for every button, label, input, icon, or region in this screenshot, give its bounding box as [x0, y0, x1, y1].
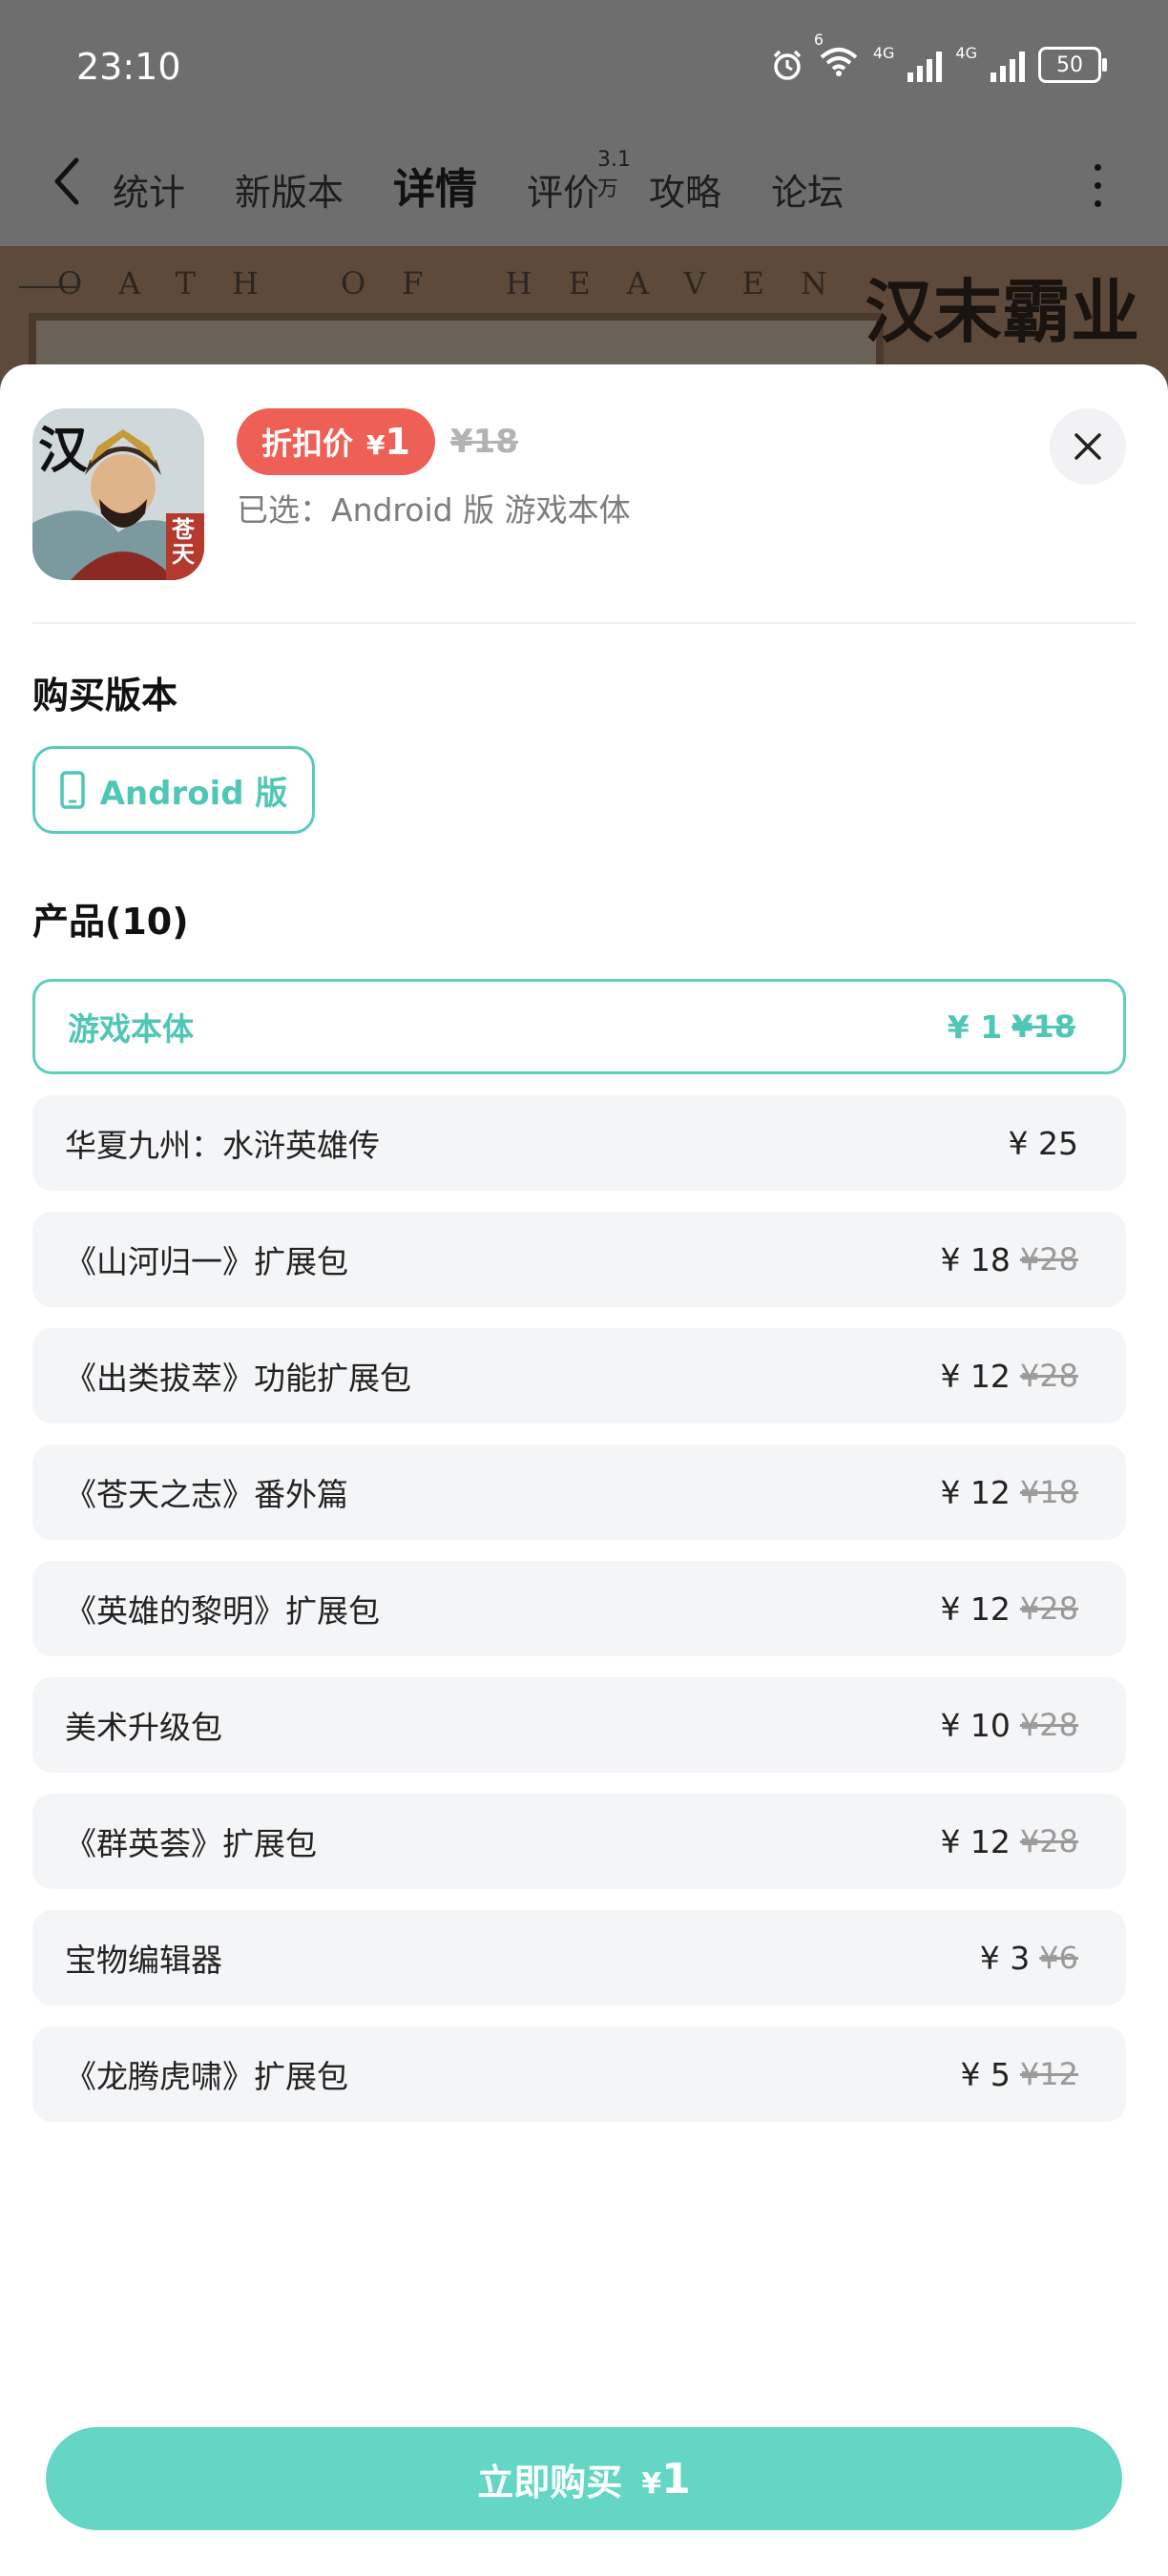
currency-symbol: ¥ [366, 429, 386, 461]
product-original-price: ¥12 [1019, 2056, 1078, 2092]
selected-summary: 已选：Android 版 游戏本体 [237, 491, 631, 529]
tab-guides[interactable]: 攻略 [649, 163, 721, 216]
tab-new-version[interactable]: 新版本 [235, 163, 344, 216]
product-name: 《群英荟》扩展包 [65, 1825, 317, 1862]
discount-price-value: 1 [385, 421, 410, 463]
status-bar: 23:10 6 4G 4G 50 [0, 0, 1168, 134]
product-name: 《苍天之志》番外篇 [65, 1476, 348, 1513]
product-price: ¥ 12 [940, 1589, 1011, 1628]
version-option-android[interactable]: Android 版 [32, 746, 315, 834]
product-name: 宝物编辑器 [65, 1942, 222, 1979]
product-price-group: ¥ 3 ¥6 [980, 1940, 1078, 1977]
game-icon: 汉 苍天 [32, 408, 204, 580]
product-name: 《龙腾虎啸》扩展包 [65, 2058, 348, 2095]
buy-price-value: 1 [661, 2454, 691, 2503]
game-icon-subtitle: 苍天 [172, 515, 195, 568]
product-price: ¥ 3 [979, 1939, 1031, 1977]
product-name: 《出类拔萃》功能扩展包 [65, 1360, 411, 1397]
review-count-badge: 3.1万 [597, 148, 632, 201]
product-name: 华夏九州：水浒英雄传 [65, 1127, 380, 1164]
product-item-qunying[interactable]: 《群英荟》扩展包 ¥ 12 ¥28 [32, 1794, 1126, 1889]
product-item-yingxiong[interactable]: 《英雄的黎明》扩展包 ¥ 12 ¥28 [32, 1561, 1126, 1656]
product-price-group: ¥ 1 ¥18 [948, 1008, 1075, 1046]
signal-icon-1 [907, 48, 943, 82]
product-price: ¥ 10 [940, 1706, 1011, 1744]
buy-now-price: ¥1 [641, 2455, 691, 2503]
product-original-price: ¥28 [1019, 1707, 1078, 1743]
banner-logo: 汉末霸业 [864, 271, 1139, 352]
product-price-group: ¥ 12 ¥18 [940, 1474, 1078, 1511]
product-price-group: ¥ 10 ¥28 [940, 1707, 1078, 1744]
status-time: 23:10 [76, 46, 181, 88]
network-type-2: 4G [955, 44, 977, 62]
nav-tabs: 统计 新版本 详情 评价 3.1万 攻略 论坛 [113, 148, 844, 218]
product-item-shanhe[interactable]: 《山河归一》扩展包 ¥ 18 ¥28 [32, 1212, 1126, 1307]
product-item-art-upgrade[interactable]: 美术升级包 ¥ 10 ¥28 [32, 1677, 1126, 1773]
back-arrow-icon[interactable] [48, 153, 86, 210]
product-price-group: ¥ 5 ¥12 [960, 2056, 1078, 2093]
product-name: 《英雄的黎明》扩展包 [65, 1592, 380, 1630]
product-item-treasure-editor[interactable]: 宝物编辑器 ¥ 3 ¥6 [32, 1910, 1126, 2005]
divider [32, 622, 1136, 624]
product-item-base-game[interactable]: 游戏本体 ¥ 1 ¥18 [32, 979, 1126, 1074]
product-price: ¥ 12 [940, 1822, 1011, 1860]
tab-reviews-label: 评价 [527, 172, 600, 214]
discount-price-badge: 折扣价 ¥1 [237, 408, 435, 475]
wifi-label: 6 [813, 31, 824, 49]
tab-stats[interactable]: 统计 [113, 163, 185, 216]
tab-details[interactable]: 详情 [389, 155, 482, 218]
product-price: ¥ 18 [940, 1240, 1011, 1278]
discount-label: 折扣价 [261, 426, 354, 462]
game-icon-title: 汉 [38, 422, 89, 480]
version-option-label: Android 版 [99, 774, 288, 813]
product-price-group: ¥ 18 ¥28 [940, 1241, 1078, 1278]
phone-icon [59, 771, 85, 809]
wifi-icon: 6 [814, 31, 860, 86]
product-price-group: ¥ 12 ¥28 [940, 1823, 1078, 1860]
close-button[interactable] [1050, 408, 1126, 485]
version-section-title: 购买版本 [32, 675, 178, 717]
buy-currency: ¥ [641, 2466, 662, 2501]
alarm-icon [773, 50, 802, 80]
product-price: ¥ 25 [1008, 1124, 1078, 1162]
product-item-cangtian[interactable]: 《苍天之志》番外篇 ¥ 12 ¥18 [32, 1444, 1126, 1540]
banner-text: OATH OF HEAVEN [57, 265, 864, 301]
product-price-group: ¥ 25 [1009, 1125, 1078, 1162]
product-original-price: ¥28 [1019, 1823, 1078, 1859]
product-price-group: ¥ 12 ¥28 [940, 1358, 1078, 1395]
product-original-price: ¥28 [1019, 1358, 1078, 1394]
signal-icon-2 [991, 48, 1025, 82]
product-name: 美术升级包 [65, 1709, 222, 1746]
product-name: 游戏本体 [68, 1010, 194, 1048]
product-original-price: ¥18 [1012, 1008, 1075, 1045]
discount-price: ¥1 [366, 421, 410, 463]
product-price-group: ¥ 12 ¥28 [940, 1590, 1078, 1628]
product-original-price: ¥6 [1039, 1940, 1078, 1976]
buy-now-button[interactable]: 立即购买 ¥1 [46, 2427, 1122, 2530]
product-item-water-margin[interactable]: 华夏九州：水浒英雄传 ¥ 25 [32, 1095, 1126, 1191]
product-name: 《山河归一》扩展包 [65, 1243, 348, 1280]
battery-icon: 50 [1038, 47, 1107, 83]
product-original-price: ¥28 [1019, 1241, 1078, 1278]
product-price: ¥ 1 [947, 1008, 1003, 1046]
product-item-chulei[interactable]: 《出类拔萃》功能扩展包 ¥ 12 ¥28 [32, 1328, 1126, 1423]
network-type-1: 4G [872, 44, 895, 62]
products-section-title: 产品(10) [32, 901, 189, 943]
product-original-price: ¥18 [1019, 1474, 1078, 1510]
original-price: ¥18 [450, 423, 518, 461]
product-original-price: ¥28 [1019, 1590, 1078, 1627]
tab-forum[interactable]: 论坛 [771, 163, 844, 216]
status-icons: 6 4G 4G 50 [770, 31, 1107, 86]
close-icon [1074, 433, 1101, 460]
product-item-longteng[interactable]: 《龙腾虎啸》扩展包 ¥ 5 ¥12 [32, 2026, 1126, 2122]
product-price: ¥ 12 [940, 1357, 1011, 1395]
more-menu-icon[interactable] [1095, 164, 1101, 207]
tab-reviews[interactable]: 评价 3.1万 [527, 148, 631, 216]
battery-level: 50 [1056, 52, 1083, 77]
product-price: ¥ 12 [940, 1473, 1011, 1511]
product-list: 游戏本体 ¥ 1 ¥18 华夏九州：水浒英雄传 ¥ 25 《山河归一》扩展包 ¥ … [32, 979, 1126, 2143]
product-price: ¥ 5 [960, 2055, 1011, 2093]
buy-now-label: 立即购买 [477, 2461, 623, 2503]
